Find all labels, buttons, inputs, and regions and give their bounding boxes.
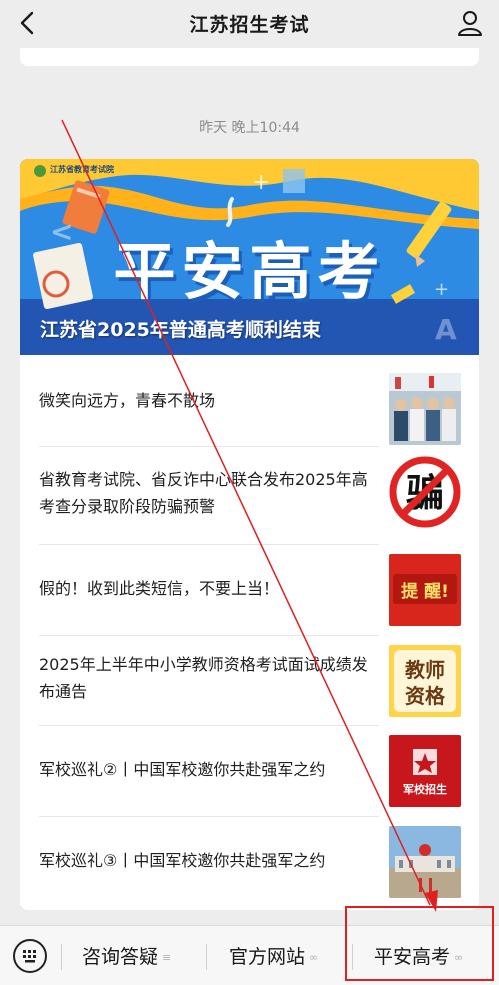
page-title: 江苏招生考试 (189, 14, 310, 36)
keyboard-icon (23, 950, 36, 963)
article-title: 省教育考试院、省反诈中心联合发布2025年高考查分录取阶段防骗预警 (39, 470, 368, 516)
list-item[interactable]: 军校巡礼③丨中国军校邀你共赴强军之约 (20, 817, 479, 910)
bottom-menu-bar: 咨询答疑 ≡ 官方网站 ∞ 平安高考 ∞ (0, 925, 499, 985)
list-item[interactable]: 2025年上半年中小学教师资格考试面试成绩发布通告 教师 资格 (20, 636, 479, 726)
menu-item-consult[interactable]: 咨询答疑 ≡ (82, 942, 171, 972)
reminder-thumb: 提 醒! (389, 554, 461, 626)
message-timestamp: 昨天 晚上10:44 (199, 120, 300, 136)
profile-button[interactable] (455, 8, 485, 38)
military-campus-thumb (389, 826, 461, 898)
menu-item-label: 官方网站 (229, 946, 306, 968)
article-title: 军校巡礼③丨中国军校邀你共赴强军之约 (39, 851, 326, 870)
link-icon: ∞ (309, 951, 319, 964)
menu-item-official-site[interactable]: 官方网站 ∞ (229, 942, 318, 972)
military-recruit-thumb: 军校招生 (389, 735, 461, 807)
list-item[interactable]: 假的！收到此类短信，不要上当！ 提 醒! (20, 545, 479, 635)
menu-separator (206, 944, 207, 970)
keyboard-toggle-button[interactable] (13, 939, 47, 973)
graduation-photo-thumb (389, 373, 461, 445)
top-nav-bar: 江苏招生考试 (0, 0, 499, 48)
list-item[interactable]: 省教育考试院、省反诈中心联合发布2025年高考查分录取阶段防骗预警 骗 (20, 447, 479, 537)
teacher-qualification-thumb: 教师 资格 (389, 645, 461, 717)
list-item[interactable]: 微笑向远方，青春不散场 (20, 355, 479, 446)
menu-item-label: 平安高考 (374, 946, 451, 968)
link-icon: ∞ (454, 951, 464, 964)
menu-lines-icon: ≡ (162, 951, 172, 964)
teacher-thumb-text-2: 资格 (405, 684, 446, 708)
teacher-thumb-text-1: 教师 (405, 658, 445, 682)
article-title: 微笑向远方，青春不散场 (39, 391, 216, 410)
reminder-thumb-text: 提 醒! (401, 582, 449, 602)
military-thumb-text: 军校招生 (403, 782, 447, 796)
banner-hero-text: 平安高考 (113, 235, 386, 308)
svg-text:A: A (435, 313, 457, 346)
list-item[interactable]: 军校巡礼②丨中国军校邀你共赴强军之约 军校招生 (20, 726, 479, 817)
svg-text:+: + (252, 170, 270, 195)
anti-fraud-thumb: 骗 (389, 456, 461, 528)
article-card: + < + A 江苏省教育考试院 平安高考 江苏省2025年普通高考顺利结束 微… (20, 159, 479, 910)
menu-item-label: 咨询答疑 (82, 946, 159, 968)
previous-message-card (20, 48, 479, 66)
article-title: 军校巡礼②丨中国军校邀你共赴强军之约 (39, 760, 326, 779)
menu-separator (352, 944, 353, 970)
article-title: 2025年上半年中小学教师资格考试面试成绩发布通告 (39, 655, 368, 701)
lead-article-banner[interactable]: + < + A 江苏省教育考试院 平安高考 江苏省2025年普通高考顺利结束 (20, 159, 479, 355)
article-title: 假的！收到此类短信，不要上当！ (39, 579, 280, 598)
banner-org-name: 江苏省教育考试院 (50, 165, 114, 174)
menu-separator (61, 944, 62, 970)
banner-caption: 江苏省2025年普通高考顺利结束 (40, 319, 321, 341)
user-icon (458, 11, 482, 36)
menu-item-safe-exam[interactable]: 平安高考 ∞ (374, 942, 463, 972)
